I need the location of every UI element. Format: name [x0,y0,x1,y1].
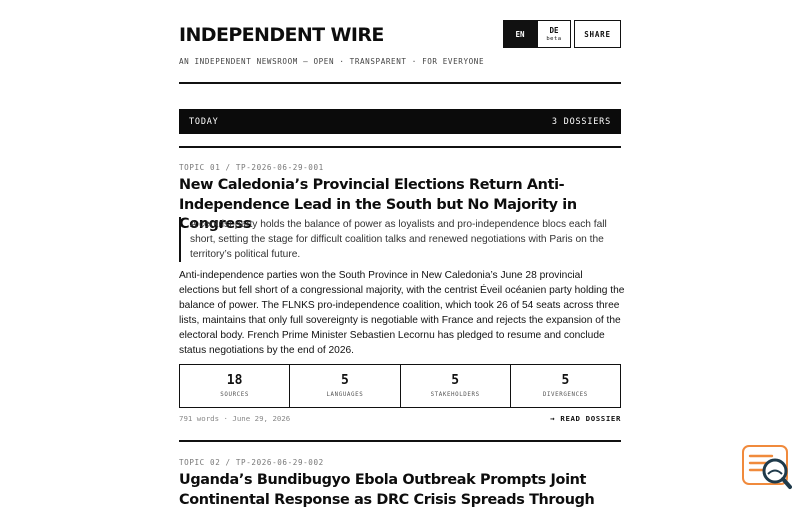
stat-label: DIVERGENCES [542,392,588,398]
lang-de-button[interactable]: DE beta [537,20,571,48]
stat-sources: 18 SOURCES [180,365,291,407]
dossier-summary: Anti-independence parties won the South … [179,270,625,356]
document-search-icon[interactable] [742,444,792,492]
beta-badge: beta [546,36,562,42]
divider [179,82,621,84]
lang-en-label: EN [515,29,525,39]
share-button[interactable]: SHARE [574,20,621,48]
today-bar: TODAY 3 DOSSIERS [179,109,621,134]
divider [179,440,621,442]
dossier-headline[interactable]: Uganda’s Bundibugyo Ebola Outbreak Promp… [179,471,625,510]
dossier-stats: 18 SOURCES 5 LANGUAGES 5 STAKEHOLDERS 5 … [179,364,621,408]
stat-label: STAKEHOLDERS [430,392,480,398]
stat-label: SOURCES [220,392,249,398]
lang-de-label: DE [549,26,559,35]
stat-value: 5 [340,373,349,388]
dossier-count: 3 DOSSIERS [551,116,611,127]
stat-divergences: 5 DIVERGENCES [511,365,620,407]
stat-value: 18 [226,373,243,388]
masthead-logo[interactable]: INDEPENDENT WIRE [179,24,384,46]
stat-label: LANGUAGES [326,392,364,398]
language-switcher: EN DE beta [503,20,571,48]
stat-languages: 5 LANGUAGES [290,365,401,407]
today-label: TODAY [189,116,219,127]
tagline: AN INDEPENDENT NEWSROOM — OPEN · TRANSPA… [179,57,485,66]
topic-meta: TOPIC 01 / TP-2026-06-29-001 [179,163,324,172]
divider [179,146,621,148]
dossier-meta-footer: 791 words · June 29, 2026 [179,414,291,423]
read-dossier-link[interactable]: → READ DOSSIER [550,414,621,423]
stat-value: 5 [561,373,570,388]
stat-value: 5 [451,373,460,388]
document-search-icon-graphic [742,445,792,489]
stat-stakeholders: 5 STAKEHOLDERS [401,365,511,407]
topic-meta: TOPIC 02 / TP-2026-06-29-002 [179,458,324,467]
dossier-lede: A centrist party holds the balance of po… [179,217,621,262]
lang-en-button[interactable]: EN [503,20,537,48]
